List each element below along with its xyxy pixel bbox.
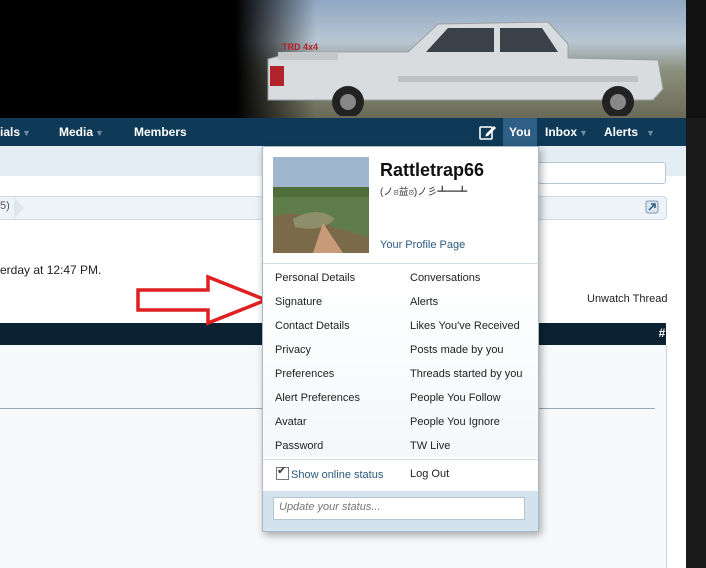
nav-tab-label: You — [509, 125, 531, 139]
profile-page-link[interactable]: Your Profile Page — [380, 239, 465, 251]
menu-link-your-threads[interactable]: Threads started by you — [410, 368, 523, 380]
checkmark-icon: ✔ — [277, 465, 287, 477]
username[interactable]: Rattletrap66 — [380, 160, 484, 181]
nav-tab-label: Inbox — [545, 125, 577, 139]
show-online-label[interactable]: Show online status — [291, 469, 383, 481]
account-links-panel — [263, 265, 538, 457]
nav-tab-you[interactable]: You — [503, 118, 537, 146]
page-margin — [686, 118, 706, 568]
menu-link-alert-preferences[interactable]: Alert Preferences — [275, 392, 360, 404]
chevron-down-icon: ▼ — [579, 128, 588, 138]
avatar[interactable] — [273, 157, 369, 253]
menu-link-likes-received[interactable]: Likes You've Received — [410, 320, 520, 332]
nav-tab-inbox[interactable]: Inbox ▼ — [545, 118, 588, 146]
menu-link-avatar[interactable]: Avatar — [275, 416, 307, 428]
menu-link-alerts[interactable]: Alerts — [410, 296, 438, 308]
menu-link-privacy[interactable]: Privacy — [275, 344, 311, 356]
menu-divider — [263, 263, 538, 264]
menu-link-conversations[interactable]: Conversations — [410, 272, 480, 284]
breadcrumb-item[interactable]: 5) — [0, 200, 10, 212]
chevron-down-icon: ▼ — [646, 128, 655, 138]
menu-divider — [263, 459, 538, 460]
header-banner: TRD 4x4 — [0, 0, 706, 118]
nav-tab-label: Media — [59, 125, 94, 139]
thread-start-date: erday at 12:47 PM. — [0, 263, 102, 277]
menu-link-your-posts[interactable]: Posts made by you — [410, 344, 504, 356]
menu-link-tw-live[interactable]: TW Live — [410, 440, 450, 452]
nav-tab-label: ials — [0, 125, 21, 139]
svg-text:TRD 4x4: TRD 4x4 — [282, 42, 318, 52]
truck-image: TRD 4x4 — [267, 21, 664, 116]
menu-link-personal-details[interactable]: Personal Details — [275, 272, 355, 284]
nav-tab-alerts[interactable]: Alerts ▼ — [604, 118, 655, 146]
user-title: (ノಠ益ಠ)ノ彡┻━┻ — [380, 187, 468, 198]
nav-tab-label: Alerts — [604, 125, 639, 139]
menu-link-preferences[interactable]: Preferences — [275, 368, 334, 380]
logout-link[interactable]: Log Out — [410, 468, 449, 480]
unwatch-thread-link[interactable]: Unwatch Thread — [587, 293, 668, 305]
nav-tab-media[interactable]: Media ▼ — [59, 118, 104, 146]
user-account-menu: Rattletrap66 (ノಠ益ಠ)ノ彡┻━┻ Your Profile Pa… — [262, 146, 539, 532]
nav-tab-members[interactable]: Members — [134, 118, 187, 146]
menu-link-password[interactable]: Password — [275, 440, 323, 452]
breadcrumb-separator — [14, 197, 24, 219]
nav-tab-label: Members — [134, 125, 187, 139]
pencil-square-icon[interactable] — [479, 124, 497, 140]
menu-link-people-you-follow[interactable]: People You Follow — [410, 392, 501, 404]
jump-link-icon[interactable] — [645, 200, 659, 214]
chevron-down-icon: ▼ — [22, 128, 31, 138]
chevron-down-icon: ▼ — [95, 128, 104, 138]
menu-link-contact-details[interactable]: Contact Details — [275, 320, 350, 332]
nav-tab-tutorials[interactable]: ials ▼ — [0, 118, 31, 146]
post-permalink[interactable]: #1 — [659, 326, 672, 340]
annotation-arrow-icon — [136, 274, 270, 326]
status-update-input[interactable] — [273, 497, 525, 520]
menu-link-people-you-ignore[interactable]: People You Ignore — [410, 416, 500, 428]
menu-link-signature[interactable]: Signature — [275, 296, 322, 308]
search-input[interactable] — [536, 162, 666, 184]
